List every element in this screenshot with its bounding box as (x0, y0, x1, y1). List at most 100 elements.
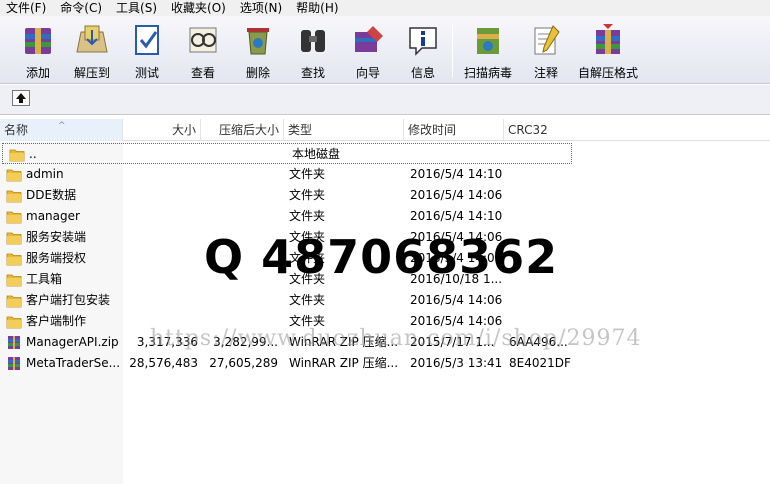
sfx-icon (596, 24, 620, 54)
file-type: 本地磁盘 (292, 147, 341, 161)
menu-commands[interactable]: 命令(C) (60, 0, 102, 16)
file-crc (509, 206, 579, 227)
column-header-name[interactable]: 名称 ^ (0, 119, 123, 141)
find-label: 查找 (300, 66, 325, 80)
address-bar (0, 85, 770, 115)
extract-to-button[interactable]: 解压到 (62, 20, 122, 80)
file-size (124, 206, 198, 227)
wizard-label: 向导 (355, 66, 380, 80)
file-row[interactable]: manager 文件夹 2016/5/4 14:10 (0, 206, 770, 227)
scan-virus-icon (477, 28, 499, 54)
file-row[interactable]: MetaTraderSe... 28,576,483 27,605,289 WinRA… (0, 353, 770, 374)
scan-virus-button[interactable]: 扫描病毒 (458, 20, 518, 80)
file-type: 文件夹 (289, 209, 326, 223)
file-packed-size (200, 206, 278, 227)
file-name: manager (26, 209, 80, 223)
comment-button[interactable]: 注释 (516, 20, 576, 80)
folder-icon (6, 272, 22, 287)
folder-icon (6, 167, 22, 182)
file-packed-size (200, 185, 278, 206)
watermark-contact: Q 487068362 (204, 230, 559, 284)
sfx-button[interactable]: 自解压格式 (576, 20, 640, 80)
toolbar: 添加 解压到 测试 查看 删除 查找 向导 信息 扫描病毒 注释 自解压格式 (0, 16, 770, 84)
menu-file[interactable]: 文件(F) (6, 0, 46, 16)
find-icon (301, 30, 325, 52)
wizard-icon (355, 26, 383, 52)
delete-label: 删除 (245, 66, 270, 80)
column-header-name-label: 名称 (4, 123, 29, 137)
add-label: 添加 (25, 66, 50, 80)
column-header-crc[interactable]: CRC32 (504, 119, 574, 141)
file-name: 服务端授权 (26, 251, 87, 265)
file-name: DDE数据 (26, 188, 77, 202)
delete-button[interactable]: 删除 (228, 20, 288, 80)
column-header-size[interactable]: 大小 (123, 119, 201, 141)
watermark-url: https://www.duozhuan.com/i/shop/29974 (150, 326, 642, 351)
file-name: admin (26, 167, 64, 181)
file-size (124, 290, 198, 311)
menu-tools[interactable]: 工具(S) (116, 0, 157, 16)
column-header-packed[interactable]: 压缩后大小 (201, 119, 284, 141)
folder-icon (6, 293, 22, 308)
file-size (124, 185, 198, 206)
view-button[interactable]: 查看 (173, 20, 233, 80)
column-header-type[interactable]: 类型 (284, 119, 404, 141)
file-type: 文件夹 (289, 293, 326, 307)
test-label: 测试 (134, 66, 159, 80)
file-crc (509, 164, 579, 185)
menu-options[interactable]: 选项(N) (240, 0, 282, 16)
file-size (124, 227, 198, 248)
folder-icon (6, 230, 22, 245)
view-icon (189, 27, 217, 53)
column-header-modified[interactable]: 修改时间 (404, 119, 504, 141)
test-button[interactable]: 测试 (117, 20, 177, 80)
file-row[interactable]: 客户端打包安装 文件夹 2016/5/4 14:06 (0, 290, 770, 311)
file-row[interactable]: DDE数据 文件夹 2016/5/4 14:06 (0, 185, 770, 206)
folder-icon (6, 314, 22, 329)
file-name: 客户端打包安装 (26, 293, 111, 307)
folder-icon (9, 147, 25, 162)
file-size (127, 144, 201, 165)
file-crc (509, 185, 579, 206)
file-crc: 8E4021DF (509, 356, 571, 370)
file-name: 工具箱 (26, 272, 63, 286)
file-name: 客户端制作 (26, 314, 87, 328)
file-name: MetaTraderSe... (26, 356, 120, 370)
folder-icon (6, 251, 22, 266)
column-headers: 名称 ^ 大小 压缩后大小 类型 修改时间 CRC32 (0, 119, 770, 141)
toolbar-separator (452, 24, 453, 78)
file-row[interactable]: admin 文件夹 2016/5/4 14:10 (0, 164, 770, 185)
file-modified (413, 144, 507, 165)
up-arrow-icon (16, 93, 26, 103)
menu-favorites[interactable]: 收藏夹(O) (171, 0, 226, 16)
info-label: 信息 (410, 66, 435, 80)
wizard-button[interactable]: 向导 (338, 20, 398, 80)
file-name: ManagerAPI.zip (26, 335, 119, 349)
file-modified: 2016/5/3 13:41 (410, 356, 503, 370)
comment-label: 注释 (533, 66, 558, 80)
file-type: WinRAR ZIP 压缩... (289, 356, 399, 370)
info-button[interactable]: 信息 (393, 20, 453, 80)
scan-virus-label: 扫描病毒 (463, 66, 512, 80)
folder-icon (6, 209, 22, 224)
find-button[interactable]: 查找 (283, 20, 343, 80)
test-archive-icon (135, 25, 159, 55)
extract-to-icon (76, 25, 108, 53)
rar-archive-icon (6, 356, 22, 371)
menu-bar: 文件(F) 命令(C) 工具(S) 收藏夹(O) 选项(N) 帮助(H) (0, 0, 770, 16)
file-type: 文件夹 (289, 188, 326, 202)
file-crc (509, 290, 579, 311)
file-size: 28,576,483 (129, 356, 198, 370)
file-modified: 2016/5/4 14:10 (410, 209, 503, 223)
menu-help[interactable]: 帮助(H) (296, 0, 338, 16)
file-size (124, 248, 198, 269)
comment-icon (534, 25, 560, 55)
file-packed-size (200, 164, 278, 185)
up-folder-button[interactable] (12, 90, 30, 106)
add-button[interactable]: 添加 (8, 20, 68, 80)
view-label: 查看 (190, 66, 215, 80)
sfx-label: 自解压格式 (577, 66, 638, 80)
file-row-parent[interactable]: .. 本地磁盘 (2, 143, 572, 164)
file-modified: 2016/5/4 14:10 (410, 167, 503, 181)
file-packed-size (203, 144, 281, 165)
